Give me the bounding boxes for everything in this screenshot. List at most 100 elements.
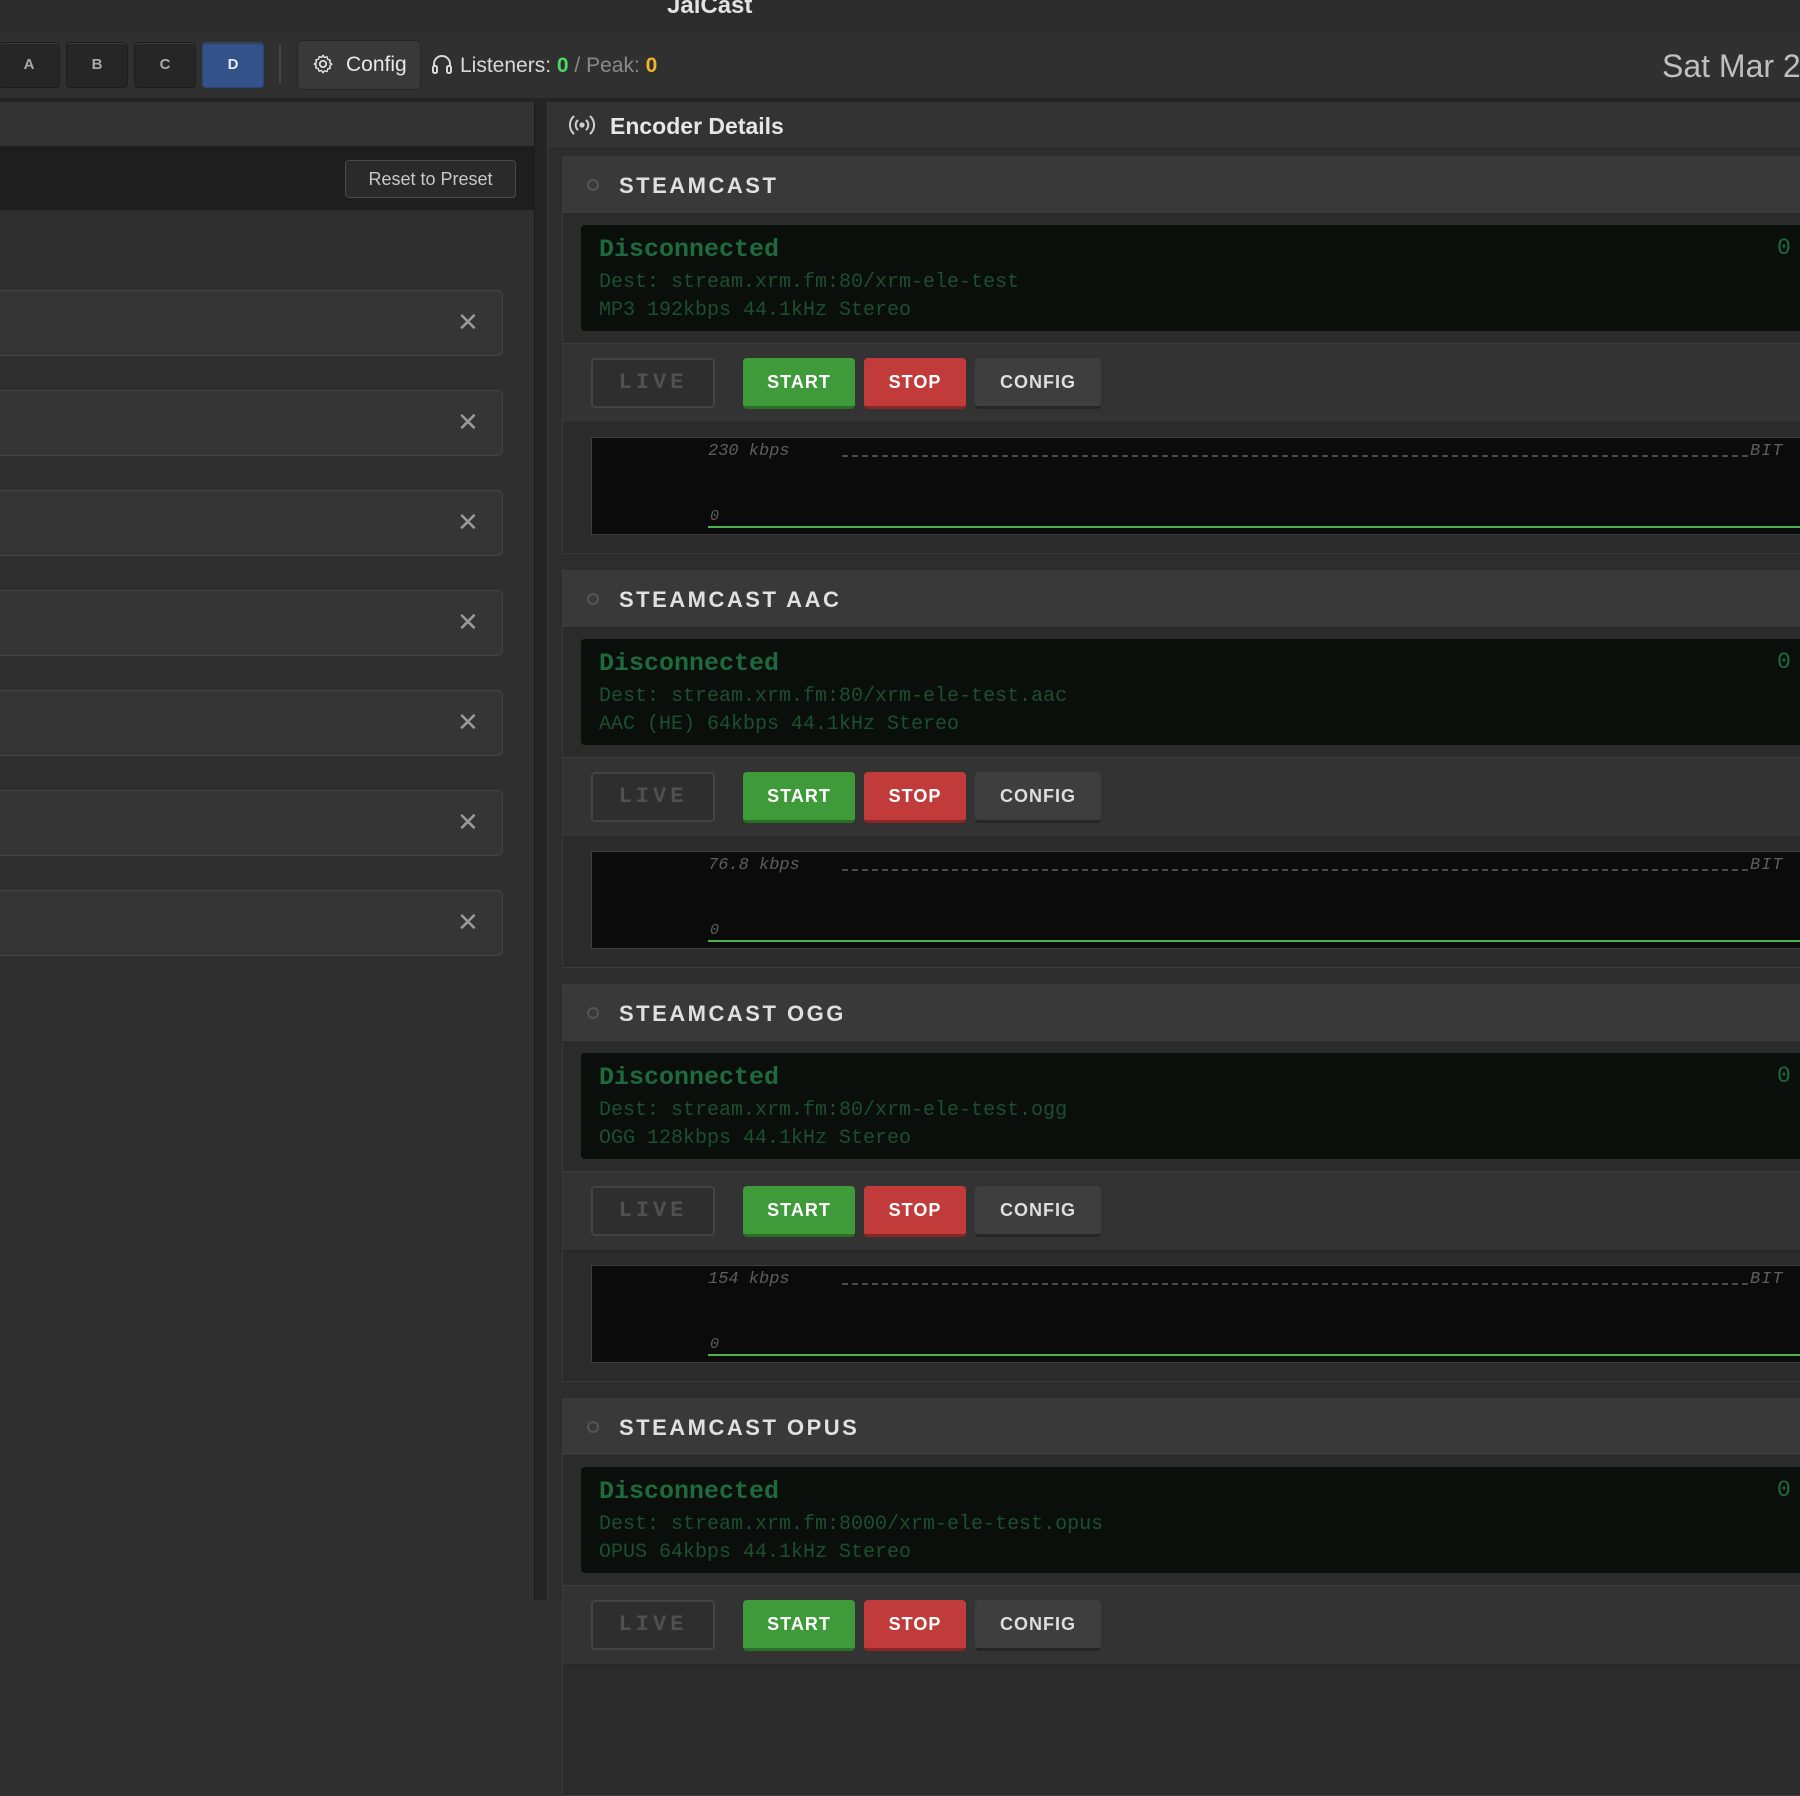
broadcast-icon [569, 115, 595, 135]
destination: Dest: stream.xrm.fm:80/xrm-ele-test.aac [599, 685, 1068, 708]
listeners-status: Listeners: 0 / Peak: 0 [430, 52, 657, 78]
status-dot-icon [587, 593, 599, 605]
encoder-card: STEAMCAST OPUS Disconnected 0 Dest: stre… [562, 1398, 1800, 1796]
encoder-details-header: Encoder Details [548, 102, 1800, 149]
destination: Dest: stream.xrm.fm:80/xrm-ele-test [599, 271, 1020, 294]
encoder-header: STEAMCAST OGG [563, 985, 1800, 1042]
toolbar-divider [279, 44, 281, 84]
encoder-config-button[interactable]: CONFIG [975, 772, 1101, 823]
preset-a-button[interactable]: A [0, 42, 60, 88]
graph-max-gridline [842, 455, 1748, 457]
encoder-config-button[interactable]: CONFIG [975, 358, 1101, 409]
headphones-icon [432, 55, 452, 74]
graph-zero-label: 0 [710, 508, 720, 525]
encoder-name: STEAMCAST [619, 173, 779, 198]
encoder-name: STEAMCAST OGG [619, 1001, 846, 1026]
connection-status: Disconnected [599, 235, 780, 264]
preset-slot[interactable]: ✕ [0, 690, 503, 756]
listeners-separator: / [574, 54, 581, 77]
encoder-status-display: Disconnected 0 Dest: stream.xrm.fm:8000/… [581, 1467, 1800, 1573]
encoder-header: STEAMCAST [563, 157, 1800, 214]
close-icon[interactable]: ✕ [457, 707, 479, 737]
title-bar: JalCast [0, 0, 1800, 33]
format-info: OPUS 64kbps 44.1kHz Stereo [599, 1541, 912, 1564]
graph-zero-label: 0 [710, 922, 720, 939]
listener-count: 0 [1777, 1477, 1791, 1503]
graph-tag: BIT [1750, 442, 1784, 461]
live-indicator: LIVE [591, 772, 715, 822]
encoder-name: STEAMCAST OPUS [619, 1415, 860, 1440]
status-dot-icon [587, 179, 599, 191]
preset-panel-header [0, 102, 534, 146]
preset-b-button[interactable]: B [66, 42, 128, 88]
connection-status: Disconnected [599, 1063, 780, 1092]
toolbar: A B C D Config Listeners: 0 / Peak: 0 Sa… [0, 32, 1800, 102]
start-button[interactable]: START [743, 358, 855, 409]
stop-button[interactable]: STOP [864, 772, 966, 823]
destination: Dest: stream.xrm.fm:8000/xrm-ele-test.op… [599, 1513, 1104, 1536]
encoder-controls: LIVE START STOP CONFIG [563, 1585, 1800, 1665]
encoder-card: STEAMCAST OGG Disconnected 0 Dest: strea… [562, 984, 1800, 1382]
start-button[interactable]: START [743, 1600, 855, 1651]
preset-slot[interactable]: ✕ [0, 290, 503, 356]
stop-button[interactable]: STOP [864, 1600, 966, 1651]
bitrate-graph: 76.8 kbps BIT 0 [591, 851, 1800, 949]
close-icon[interactable]: ✕ [457, 307, 479, 337]
config-label: Config [346, 53, 407, 76]
reset-to-preset-button[interactable]: Reset to Preset [345, 160, 516, 198]
encoder-controls: LIVE START STOP CONFIG [563, 757, 1800, 837]
graph-zero-label: 0 [710, 1336, 720, 1353]
config-button[interactable]: Config [297, 40, 421, 90]
connection-status: Disconnected [599, 649, 780, 678]
graph-bitrate-line [708, 526, 1800, 528]
graph-max-label: 154 kbps [708, 1270, 790, 1289]
format-info: OGG 128kbps 44.1kHz Stereo [599, 1127, 912, 1150]
graph-max-gridline [842, 1283, 1748, 1285]
preset-d-button[interactable]: D [202, 42, 264, 88]
connection-status: Disconnected [599, 1477, 780, 1506]
stop-button[interactable]: STOP [864, 358, 966, 409]
graph-tag: BIT [1750, 1270, 1784, 1289]
peak-label: Peak: [586, 54, 640, 77]
app-title: JalCast [667, 0, 753, 19]
close-icon[interactable]: ✕ [457, 907, 479, 937]
close-icon[interactable]: ✕ [457, 407, 479, 437]
preset-slot[interactable]: ✕ [0, 790, 503, 856]
start-button[interactable]: START [743, 1186, 855, 1237]
listener-count: 0 [1777, 235, 1791, 261]
format-info: AAC (HE) 64kbps 44.1kHz Stereo [599, 713, 960, 736]
preset-c-button[interactable]: C [134, 42, 196, 88]
format-info: MP3 192kbps 44.1kHz Stereo [599, 299, 912, 322]
bitrate-graph: 230 kbps BIT 0 [591, 437, 1800, 535]
preset-slot[interactable]: ✕ [0, 590, 503, 656]
listeners-label: Listeners: [460, 54, 552, 77]
preset-panel: Reset to Preset ✕ ✕ ✕ ✕ ✕ ✕ ✕ [0, 102, 534, 1600]
graph-max-gridline [842, 869, 1748, 871]
stop-button[interactable]: STOP [864, 1186, 966, 1237]
panel-resize-handle[interactable] [534, 102, 548, 1600]
encoder-status-display: Disconnected 0 Dest: stream.xrm.fm:80/xr… [581, 225, 1800, 331]
encoder-header: STEAMCAST OPUS [563, 1399, 1800, 1456]
encoder-status-display: Disconnected 0 Dest: stream.xrm.fm:80/xr… [581, 1053, 1800, 1159]
preset-slot[interactable]: ✕ [0, 890, 503, 956]
encoder-card: STEAMCAST Disconnected 0 Dest: stream.xr… [562, 156, 1800, 554]
gear-icon [313, 54, 333, 74]
listener-count: 0 [1777, 1063, 1791, 1089]
graph-max-label: 230 kbps [708, 442, 790, 461]
preset-slot[interactable]: ✕ [0, 390, 503, 456]
encoder-status-display: Disconnected 0 Dest: stream.xrm.fm:80/xr… [581, 639, 1800, 745]
encoder-config-button[interactable]: CONFIG [975, 1186, 1101, 1237]
start-button[interactable]: START [743, 772, 855, 823]
close-icon[interactable]: ✕ [457, 807, 479, 837]
status-dot-icon [587, 1007, 599, 1019]
encoder-name: STEAMCAST AAC [619, 587, 842, 612]
destination: Dest: stream.xrm.fm:80/xrm-ele-test.ogg [599, 1099, 1068, 1122]
bitrate-graph: 154 kbps BIT 0 [591, 1265, 1800, 1363]
preset-slot[interactable]: ✕ [0, 490, 503, 556]
close-icon[interactable]: ✕ [457, 607, 479, 637]
encoder-controls: LIVE START STOP CONFIG [563, 343, 1800, 423]
live-indicator: LIVE [591, 358, 715, 408]
close-icon[interactable]: ✕ [457, 507, 479, 537]
peak-count: 0 [645, 54, 658, 77]
encoder-config-button[interactable]: CONFIG [975, 1600, 1101, 1651]
